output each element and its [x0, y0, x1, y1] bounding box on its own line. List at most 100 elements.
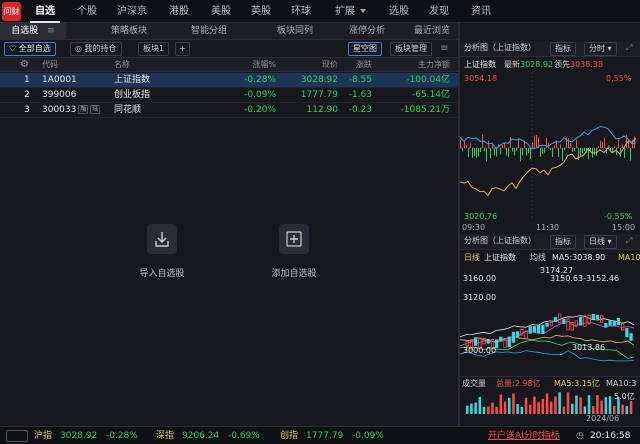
tab-celue[interactable]: 策略板块 — [96, 23, 162, 40]
table-row[interactable]: 1 1A0001 上证指数 -0.28% 3028.92 -8.55 -100.… — [0, 73, 458, 88]
expand-icon[interactable]: ⤢ — [626, 41, 632, 55]
intraday-bar — [532, 142, 533, 148]
tab-zixuangu[interactable]: 自选股 ≡ — [0, 23, 66, 40]
import-watchlist-button[interactable] — [147, 224, 177, 254]
intraday-bar — [618, 139, 619, 148]
row-index: 2 — [24, 90, 30, 100]
table-row[interactable]: 2 399006 创业板指 -0.09% 1777.79 -1.63 -65.1… — [0, 88, 458, 103]
tab-zhangting[interactable]: 涨停分析 — [334, 23, 400, 40]
board1-button[interactable]: 板块1 — [138, 42, 170, 56]
intraday-bar — [534, 135, 535, 148]
intraday-bar — [490, 148, 491, 159]
row-change: -8.55 — [348, 75, 372, 85]
col-name[interactable]: 名称 — [114, 58, 130, 72]
intraday-info: 上证指数 最新 3028.92 领先 3038.38 — [460, 58, 640, 72]
volume-bar — [516, 404, 519, 414]
toggle-panel-icon[interactable] — [6, 430, 28, 442]
nav-huanqiu[interactable]: 环球 — [286, 0, 316, 23]
add-board-button[interactable]: + — [175, 42, 190, 56]
intraday-bar — [624, 148, 625, 158]
kline-index-name: 上证指数 — [484, 253, 516, 262]
vol-ma10: MA10:3 — [606, 379, 637, 388]
kline-indicator-button[interactable]: 指标 — [550, 235, 576, 249]
intraday-bar — [554, 144, 555, 148]
nav-faxian[interactable]: 发现 — [424, 0, 454, 23]
candle — [629, 333, 633, 341]
ma5-label: MA5:3038.90 — [552, 253, 606, 262]
volume-bar — [466, 405, 469, 414]
candle — [524, 330, 528, 340]
indicator-button[interactable]: 指标 — [550, 42, 576, 56]
intraday-bar — [594, 148, 595, 155]
row-price: 112.90 — [306, 105, 339, 115]
volume-bar — [545, 393, 549, 414]
row-index: 1 — [24, 75, 30, 85]
nav-hushenjing[interactable]: 沪深京 — [112, 0, 152, 23]
candle — [625, 327, 629, 338]
table-row[interactable]: 3 300033 融陆 同花顺 -0.20% 112.90 -0.23 -1085… — [0, 103, 458, 118]
menu-icon[interactable]: ≡ — [47, 26, 55, 36]
row-code: 300033 融陆 — [42, 103, 101, 118]
promo-link[interactable]: 开户送AI分时指标 — [488, 427, 560, 444]
kline-info: 日线 上证指数 均线 MA5:3038.90 MA10 — [460, 251, 640, 265]
candle — [549, 321, 553, 326]
volume-bar — [470, 403, 473, 414]
volume-bar — [482, 406, 486, 414]
candle — [566, 318, 570, 331]
add-watchlist-button[interactable] — [279, 224, 309, 254]
tab-bankuai[interactable]: 板块同列 — [262, 23, 328, 40]
connect-tag: 陆 — [90, 105, 101, 114]
intraday-bar — [614, 145, 615, 148]
col-pct[interactable]: 涨幅% — [216, 58, 276, 72]
col-price[interactable]: 现价 — [278, 58, 338, 72]
board-manage-button[interactable]: 板块管理 — [390, 42, 432, 56]
star-map-button[interactable]: 星空图 — [348, 42, 382, 56]
more-icon[interactable]: ≡ — [440, 43, 448, 54]
volume-bar — [541, 398, 545, 414]
intraday-bar — [496, 148, 497, 157]
intraday-bar — [522, 148, 523, 156]
gear-icon[interactable]: ⚙ — [20, 58, 34, 72]
col-code[interactable]: 代码 — [42, 58, 58, 72]
col-change[interactable]: 涨跌 — [340, 58, 372, 72]
my-holding-button[interactable]: ◎ 我的持仓 — [70, 42, 122, 56]
nav-kuozhan[interactable]: 扩展 — [330, 0, 360, 23]
volume-bar — [474, 402, 477, 414]
intraday-bar — [600, 140, 601, 148]
all-watchlist-button[interactable]: ♡ 全部自选 — [4, 42, 56, 56]
intraday-bar — [464, 140, 465, 148]
row-code: 399006 — [42, 90, 77, 100]
app-logo[interactable]: 问财 — [2, 2, 21, 21]
nav-meigu[interactable]: 美股 — [206, 0, 236, 23]
intraday-bar — [562, 148, 563, 161]
sz-pct: -0.69% — [228, 431, 260, 441]
clock-time: 20:16:58 — [590, 431, 631, 441]
tab-zuijin[interactable]: 最近浏览 — [406, 23, 458, 40]
intraday-chart[interactable] — [460, 72, 640, 232]
candle — [616, 317, 621, 326]
period-label: 分时 — [589, 44, 605, 53]
nav-yinggu[interactable]: 英股 — [246, 0, 276, 23]
intraday-bar — [468, 148, 469, 158]
intraday-bar — [536, 134, 537, 148]
vol-ma5: MA5:3.15亿 — [554, 379, 600, 388]
nav-gegu[interactable]: 个股 — [72, 0, 102, 23]
volume-bar — [491, 402, 494, 414]
kline-expand-icon[interactable]: ⤢ — [626, 234, 632, 248]
nav-xuangu[interactable]: 选股 — [384, 0, 414, 23]
volume-bar — [571, 403, 574, 414]
intraday-title: 分析图（上证指数） — [464, 43, 536, 52]
margin-tag: 融 — [78, 105, 89, 114]
nav-zixuan[interactable]: 自选 — [30, 0, 60, 23]
nav-zixun[interactable]: 资讯 — [466, 0, 496, 23]
tab-zhineng[interactable]: 智能分组 — [176, 23, 242, 40]
range-mark: 3150.63-3152.46 — [550, 274, 620, 283]
time-start: 09:30 — [462, 223, 486, 232]
kline-period-button[interactable]: 日线 ▾ — [584, 235, 617, 249]
vol-label: 成交量 — [462, 379, 486, 388]
col-net[interactable]: 主力净额 — [380, 58, 450, 72]
period-button[interactable]: 分时 ▾ — [584, 42, 617, 56]
sub-tabs: 自选股 ≡ 策略板块 智能分组 板块同列 涨停分析 最近浏览 — [0, 23, 458, 40]
nav-ganggu[interactable]: 港股 — [164, 0, 194, 23]
candle — [553, 317, 558, 322]
